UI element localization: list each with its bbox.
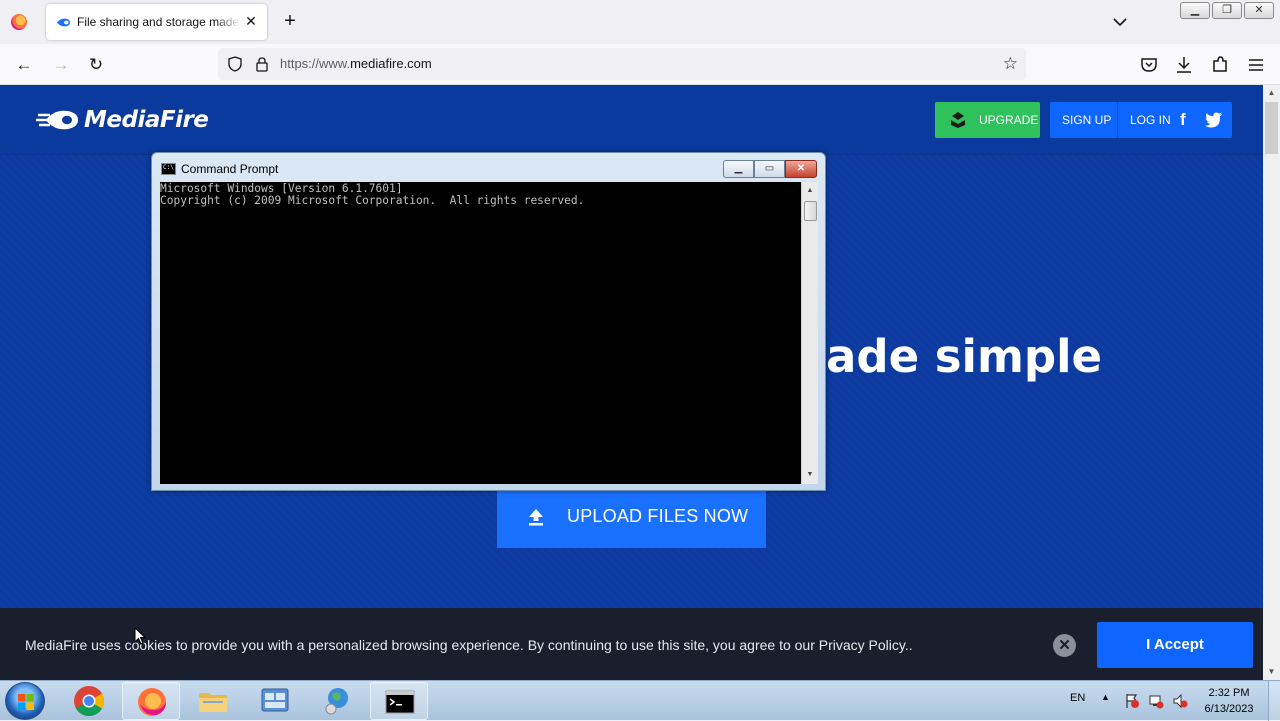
navigation-toolbar: ← → ↻ https://www.mediafire.com ☆: [0, 44, 1280, 85]
console-scrollbar[interactable]: ▲ ▼: [801, 182, 818, 484]
mediafire-favicon-icon: [56, 18, 71, 27]
file-explorer-icon: [199, 693, 227, 712]
upgrade-box-icon: [951, 112, 965, 128]
taskbar-chrome[interactable]: [60, 682, 118, 720]
cookie-banner: MediaFire uses cookies to provide you wi…: [0, 608, 1263, 680]
downloads-icon[interactable]: [1173, 54, 1195, 76]
firefox-menu-icon[interactable]: [11, 14, 27, 30]
accept-cookies-button[interactable]: I Accept: [1097, 622, 1253, 668]
command-prompt-title: Command Prompt: [181, 162, 279, 176]
minimize-button[interactable]: ▁: [1180, 2, 1210, 19]
console-line: Copyright (c) 2009 Microsoft Corporation…: [160, 194, 585, 207]
nav-divider: [1117, 102, 1118, 138]
browser-tabstrip: File sharing and storage made simple ✕ +…: [0, 0, 1280, 44]
show-hidden-icons-arrow-icon[interactable]: ▲: [1101, 692, 1110, 702]
scroll-up-arrow-icon[interactable]: ▲: [1263, 85, 1280, 101]
show-desktop-button[interactable]: [1268, 681, 1280, 721]
cookie-message: MediaFire uses cookies to provide you wi…: [25, 637, 913, 653]
pocket-icon[interactable]: [1138, 54, 1160, 76]
command-prompt-window[interactable]: Command Prompt ▁ ▭ ✕ Microsoft Windows […: [151, 152, 826, 491]
network-status-icon[interactable]: [1148, 693, 1164, 709]
facebook-icon[interactable]: f: [1180, 111, 1186, 129]
control-panel-icon: [261, 688, 289, 712]
bookmark-star-icon[interactable]: ☆: [1003, 54, 1018, 74]
extensions-puzzle-icon[interactable]: [1209, 54, 1231, 76]
auth-nav: SIGN UP LOG IN f: [1050, 102, 1232, 138]
console-scroll-thumb[interactable]: [804, 201, 817, 221]
chrome-icon: [74, 686, 105, 717]
start-button[interactable]: [5, 682, 45, 720]
mouse-cursor-icon: [134, 627, 146, 645]
twitter-icon[interactable]: [1205, 112, 1223, 128]
list-all-tabs-chevron-icon[interactable]: [1110, 12, 1130, 32]
cmd-window-controls: ▁ ▭ ✕: [723, 160, 817, 178]
hero-headline: ade simple: [826, 330, 1103, 383]
clock-time: 2:32 PM: [1208, 687, 1250, 699]
console-area[interactable]: Microsoft Windows [Version 6.1.7601] Copy…: [160, 182, 801, 484]
tab-close-button[interactable]: ✕: [241, 11, 261, 31]
forward-arrow-icon[interactable]: →: [49, 53, 73, 77]
upload-arrow-icon: [529, 509, 543, 526]
site-header: MediaFire UPGRADE SIGN UP LOG IN f: [0, 85, 1263, 155]
clock-date: 6/13/2023: [1204, 703, 1254, 715]
firefox-icon: [138, 688, 166, 716]
taskbar-file-explorer[interactable]: [184, 682, 242, 720]
taskbar-firefox[interactable]: [122, 682, 180, 720]
reload-icon[interactable]: ↻: [84, 53, 108, 77]
taskbar-control-panel[interactable]: [246, 682, 304, 720]
upload-label: UPLOAD FILES NOW: [567, 506, 749, 526]
mediafire-logo[interactable]: MediaFire: [36, 105, 209, 135]
back-arrow-icon[interactable]: ←: [12, 53, 36, 77]
window-controls: ▁ ❐ ✕: [1180, 2, 1274, 19]
console-scroll-up-icon[interactable]: ▲: [802, 183, 818, 199]
command-prompt-window-icon: [161, 163, 176, 175]
action-center-flag-icon[interactable]: [1124, 693, 1140, 709]
taskbar-command-prompt[interactable]: [370, 682, 428, 720]
log-in-link[interactable]: LOG IN: [1130, 113, 1171, 127]
taskbar-network-app[interactable]: [308, 682, 366, 720]
close-window-button[interactable]: ✕: [1244, 2, 1274, 19]
url-text[interactable]: https://www.mediafire.com: [280, 56, 432, 71]
mediafire-flame-logo-icon: [36, 110, 78, 130]
sign-up-link[interactable]: SIGN UP: [1062, 113, 1111, 127]
tab-mediafire[interactable]: File sharing and storage made simple ✕: [46, 4, 267, 40]
upgrade-label: UPGRADE: [979, 113, 1039, 127]
console-scroll-down-icon[interactable]: ▼: [802, 467, 818, 483]
tab-title: File sharing and storage made simple: [77, 15, 240, 29]
cmd-minimize-button[interactable]: ▁: [723, 160, 754, 178]
url-bar[interactable]: https://www.mediafire.com ☆: [218, 48, 1026, 80]
taskbar: EN ▲ 2:32 PM 6/13/2023: [0, 680, 1280, 721]
cmd-maximize-button[interactable]: ▭: [754, 160, 785, 178]
command-prompt-icon: [385, 690, 415, 714]
upgrade-button[interactable]: UPGRADE: [935, 102, 1040, 138]
upload-files-button[interactable]: UPLOAD FILES NOW: [497, 490, 766, 548]
language-indicator[interactable]: EN: [1070, 692, 1085, 704]
restore-button[interactable]: ❐: [1212, 2, 1242, 19]
console-output: Microsoft Windows [Version 6.1.7601] Copy…: [160, 183, 584, 207]
scroll-thumb[interactable]: [1265, 102, 1278, 154]
scroll-down-arrow-icon[interactable]: ▼: [1263, 664, 1280, 680]
page-scrollbar[interactable]: ▲ ▼: [1263, 85, 1280, 680]
tracking-protection-shield-icon[interactable]: [227, 56, 243, 72]
hamburger-menu-icon[interactable]: [1245, 54, 1267, 76]
logo-text: MediaFire: [84, 107, 209, 133]
network-globe-icon: [325, 688, 348, 715]
lock-icon[interactable]: [254, 56, 270, 72]
windows-logo-icon: [18, 694, 34, 710]
new-tab-button[interactable]: +: [279, 10, 301, 32]
cookie-close-button[interactable]: ✕: [1053, 634, 1076, 657]
system-clock[interactable]: 2:32 PM 6/13/2023: [1195, 685, 1263, 717]
cmd-close-button[interactable]: ✕: [785, 160, 817, 178]
volume-muted-icon[interactable]: [1172, 693, 1188, 709]
